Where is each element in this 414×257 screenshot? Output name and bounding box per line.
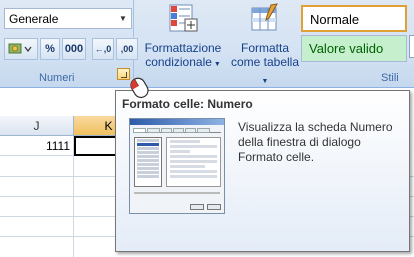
dropdown-arrow-icon: ▼ — [261, 78, 269, 85]
cond-format-line2: condizionale — [145, 55, 212, 69]
number-format-select[interactable]: Generale ▼ — [4, 8, 132, 29]
cell-j-value: 1111 — [45, 139, 70, 153]
increase-decimal-button[interactable]: ←,0 — [92, 38, 114, 60]
thumbnail-divider — [134, 192, 220, 194]
format-cells-dialog-thumbnail — [129, 118, 225, 214]
decrease-decimal-label: ,00 — [120, 44, 134, 54]
number-format-value: Generale — [9, 12, 59, 26]
cell-style-valore-valido[interactable]: Valore valido — [301, 35, 407, 62]
cell-style-next[interactable] — [409, 35, 414, 58]
increase-decimal-label: ←,0 — [94, 44, 112, 54]
column-j-label: J — [33, 119, 40, 133]
chevron-down-icon[interactable]: ▼ — [117, 11, 129, 26]
numeri-group: Generale ▼ % 000 ←,0 ,00 Numeri — [0, 0, 138, 88]
stili-group-label: Stili — [381, 72, 399, 84]
number-buttons-row: % 000 ←,0 ,00 — [4, 38, 138, 60]
mouse-cursor-icon — [130, 77, 149, 99]
format-as-table-button[interactable]: Formatta come tabella ▼ — [229, 2, 301, 85]
percent-label: % — [45, 43, 55, 55]
super-tooltip: Formato celle: Numero Visualizza la sche… — [115, 90, 410, 252]
column-header-j[interactable]: J — [0, 116, 74, 136]
cond-format-line1: Formattazione — [144, 41, 222, 55]
table-format-line2: come tabella — [230, 55, 300, 69]
percent-style-button[interactable]: % — [40, 38, 60, 60]
comma-style-button[interactable]: 000 — [62, 38, 86, 60]
table-format-line1: Formatta — [240, 41, 289, 55]
tooltip-description: Visualizza la scheda Numero della finest… — [238, 120, 393, 164]
thumbnail-ok — [190, 204, 204, 210]
numeri-group-label: Numeri — [39, 72, 75, 84]
thumbnail-options-pane — [166, 137, 221, 187]
format-as-table-icon — [251, 3, 278, 31]
thumbnail-titlebar — [130, 119, 224, 125]
thumbnail-category-list — [134, 137, 162, 187]
accounting-format-button[interactable] — [4, 38, 38, 60]
grid-line — [73, 156, 74, 257]
currency-icon — [8, 43, 32, 54]
dropdown-arrow-icon: ▼ — [211, 61, 221, 68]
column-k-label: K — [104, 119, 113, 133]
conditional-formatting-button[interactable]: Formattazione condizionale ▼ — [143, 2, 223, 74]
ribbon: Generale ▼ % 000 ←,0 ,00 Numeri Formatta… — [0, 0, 414, 88]
cell-style-normale[interactable]: Normale — [301, 5, 407, 32]
conditional-formatting-icon — [169, 4, 198, 32]
thumbnail-tabs — [133, 128, 221, 133]
thousands-label: 000 — [64, 43, 84, 55]
thumbnail-cancel — [207, 204, 221, 210]
cell-j[interactable]: 1111 — [0, 136, 74, 156]
